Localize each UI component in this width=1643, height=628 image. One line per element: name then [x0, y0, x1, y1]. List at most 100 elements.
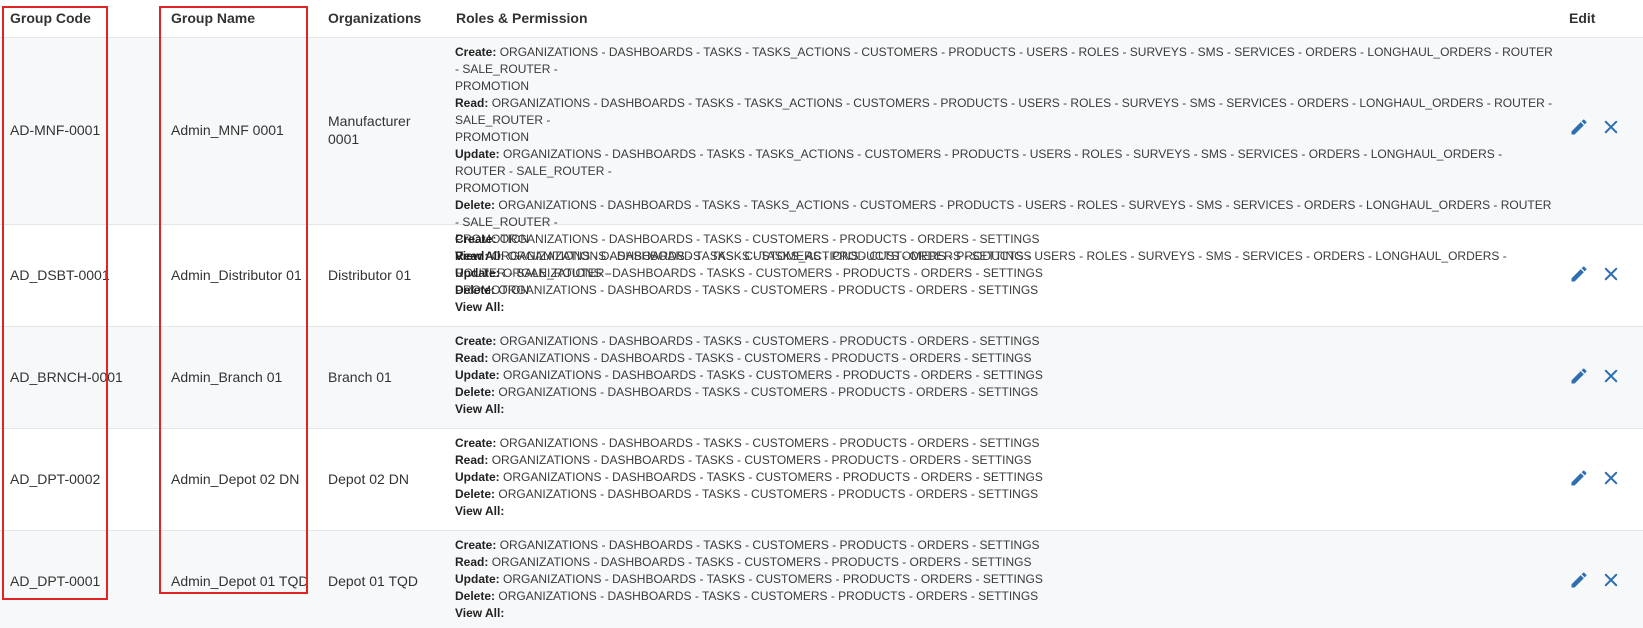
- table-header: Group Code Group Name Organizations Role…: [0, 0, 1643, 38]
- close-icon[interactable]: [1600, 569, 1622, 591]
- update-value: ORGANIZATIONS - DASHBOARDS - TASKS - TAS…: [455, 147, 1503, 178]
- organization-cell: Depot 02 DN: [328, 471, 409, 487]
- group-name-cell: Admin_Depot 01 TQD: [171, 573, 309, 589]
- group-name-cell: Admin_Distributor 01: [171, 267, 302, 283]
- permission-create: Create: ORGANIZATIONS - DASHBOARDS - TAS…: [455, 231, 1555, 248]
- permission-update: Update: ORGANIZATIONS - DASHBOARDS - TAS…: [455, 146, 1555, 180]
- update-value: ORGANIZATIONS - DASHBOARDS - TASKS - CUS…: [503, 470, 1043, 484]
- permission-update: Update: ORGANIZATIONS - DASHBOARDS - TAS…: [455, 469, 1555, 486]
- header-edit: Edit: [1569, 10, 1596, 26]
- organization-line: 0001: [328, 131, 360, 147]
- organization-cell: Branch 01: [328, 369, 392, 385]
- create-value: ORGANIZATIONS - DASHBOARDS - TASKS - CUS…: [499, 334, 1040, 348]
- pencil-icon[interactable]: [1568, 569, 1590, 591]
- permission-read: Read: ORGANIZATIONS - DASHBOARDS - TASKS…: [455, 248, 1555, 265]
- table-row: AD_DPT-0002 Admin_Depot 02 DN Depot 02 D…: [0, 429, 1643, 531]
- create-value: ORGANIZATIONS - DASHBOARDS - TASKS - TAS…: [455, 45, 1553, 76]
- update-value: ORGANIZATIONS - DASHBOARDS - TASKS - CUS…: [503, 368, 1043, 382]
- group-code-cell: AD_BRNCH-0001: [10, 369, 123, 385]
- pencil-icon[interactable]: [1568, 467, 1590, 489]
- permission-delete: Delete: ORGANIZATIONS - DASHBOARDS - TAS…: [455, 384, 1555, 401]
- create-value: ORGANIZATIONS - DASHBOARDS - TASKS - CUS…: [499, 436, 1040, 450]
- permission-create: Create: ORGANIZATIONS - DASHBOARDS - TAS…: [455, 44, 1555, 78]
- permissions-cell: Create: ORGANIZATIONS - DASHBOARDS - TAS…: [455, 537, 1555, 622]
- delete-label: Delete:: [455, 385, 496, 399]
- permission-delete: Delete: ORGANIZATIONS - DASHBOARDS - TAS…: [455, 282, 1555, 299]
- permission-read: Read: ORGANIZATIONS - DASHBOARDS - TASKS…: [455, 350, 1555, 367]
- delete-label: Delete:: [455, 198, 496, 212]
- create-label: Create:: [455, 538, 497, 552]
- row-actions: [1568, 567, 1638, 593]
- update-label: Update:: [455, 572, 500, 586]
- close-icon[interactable]: [1600, 365, 1622, 387]
- group-code-cell: AD-MNF-0001: [10, 122, 101, 138]
- update-label: Update:: [455, 147, 500, 161]
- permission-update: Update: ORGANIZATIONS - DASHBOARDS - TAS…: [455, 571, 1555, 588]
- organization-cell: Manufacturer 0001: [328, 112, 410, 148]
- header-group-name[interactable]: Group Name: [171, 10, 255, 26]
- pencil-icon[interactable]: [1568, 116, 1590, 138]
- pencil-icon[interactable]: [1568, 263, 1590, 285]
- read-label: Read:: [455, 453, 489, 467]
- close-icon[interactable]: [1600, 263, 1622, 285]
- table-row: AD-MNF-0001 Admin_MNF 0001 Manufacturer …: [0, 38, 1643, 297]
- close-icon[interactable]: [1600, 467, 1622, 489]
- group-code-cell: AD_DSBT-0001: [10, 267, 110, 283]
- view-all-label: View All:: [455, 606, 505, 620]
- update-label: Update:: [455, 368, 500, 382]
- update-label: Update:: [455, 266, 500, 280]
- create-value: ORGANIZATIONS - DASHBOARDS - TASKS - CUS…: [499, 538, 1040, 552]
- delete-value: ORGANIZATIONS - DASHBOARDS - TASKS - CUS…: [498, 487, 1039, 501]
- update-value: ORGANIZATIONS - DASHBOARDS - TASKS - CUS…: [503, 572, 1043, 586]
- permission-read: Read: ORGANIZATIONS - DASHBOARDS - TASKS…: [455, 95, 1555, 129]
- view-all-label: View All:: [455, 300, 505, 314]
- group-name-cell: Admin_MNF 0001: [171, 122, 284, 138]
- delete-label: Delete:: [455, 283, 496, 297]
- header-group-code[interactable]: Group Code: [10, 10, 91, 26]
- header-roles-permission[interactable]: Roles & Permission: [456, 10, 588, 26]
- delete-value: ORGANIZATIONS - DASHBOARDS - TASKS - CUS…: [498, 589, 1039, 603]
- read-value: ORGANIZATIONS - DASHBOARDS - TASKS - CUS…: [491, 453, 1032, 467]
- read-value: ORGANIZATIONS - DASHBOARDS - TASKS - CUS…: [491, 249, 1032, 263]
- table-row: AD_BRNCH-0001 Admin_Branch 01 Branch 01 …: [0, 327, 1643, 429]
- delete-label: Delete:: [455, 589, 496, 603]
- permission-view-all: View All:: [455, 503, 1555, 520]
- permissions-cell: Create: ORGANIZATIONS - DASHBOARDS - TAS…: [455, 435, 1555, 520]
- create-label: Create:: [455, 334, 497, 348]
- permission-update-cont: PROMOTION: [455, 181, 529, 195]
- organization-cell: Depot 01 TQD: [328, 573, 419, 589]
- row-actions: [1568, 114, 1638, 140]
- delete-value: ORGANIZATIONS - DASHBOARDS - TASKS - CUS…: [498, 385, 1039, 399]
- row-actions: [1568, 465, 1638, 491]
- table-row: AD_DPT-0001 Admin_Depot 01 TQD Depot 01 …: [0, 531, 1643, 628]
- update-label: Update:: [455, 470, 500, 484]
- permission-view-all: View All:: [455, 401, 1555, 418]
- read-label: Read:: [455, 96, 489, 110]
- permissions-cell: Create: ORGANIZATIONS - DASHBOARDS - TAS…: [455, 333, 1555, 418]
- row-actions: [1568, 363, 1638, 389]
- create-label: Create:: [455, 45, 497, 59]
- permission-delete: Delete: ORGANIZATIONS - DASHBOARDS - TAS…: [455, 588, 1555, 605]
- permission-update: Update: ORGANIZATIONS - DASHBOARDS - TAS…: [455, 265, 1555, 282]
- group-code-cell: AD_DPT-0001: [10, 573, 101, 589]
- read-label: Read:: [455, 249, 489, 263]
- pencil-icon[interactable]: [1568, 365, 1590, 387]
- create-label: Create:: [455, 232, 497, 246]
- group-name-cell: Admin_Branch 01: [171, 369, 283, 385]
- group-code-cell: AD_DPT-0002: [10, 471, 101, 487]
- header-organizations[interactable]: Organizations: [328, 10, 421, 26]
- view-all-label: View All:: [455, 402, 505, 416]
- close-icon[interactable]: [1600, 116, 1622, 138]
- permissions-cell: Create: ORGANIZATIONS - DASHBOARDS - TAS…: [455, 231, 1555, 316]
- create-label: Create:: [455, 436, 497, 450]
- permission-create: Create: ORGANIZATIONS - DASHBOARDS - TAS…: [455, 435, 1555, 452]
- permission-read-cont: PROMOTION: [455, 130, 529, 144]
- permission-read: Read: ORGANIZATIONS - DASHBOARDS - TASKS…: [455, 554, 1555, 571]
- view-all-label: View All:: [455, 504, 505, 518]
- read-label: Read:: [455, 555, 489, 569]
- read-label: Read:: [455, 351, 489, 365]
- organization-cell: Distributor 01: [328, 267, 412, 283]
- create-value: ORGANIZATIONS - DASHBOARDS - TASKS - CUS…: [499, 232, 1040, 246]
- permission-view-all: View All:: [455, 299, 1555, 316]
- group-name-cell: Admin_Depot 02 DN: [171, 471, 300, 487]
